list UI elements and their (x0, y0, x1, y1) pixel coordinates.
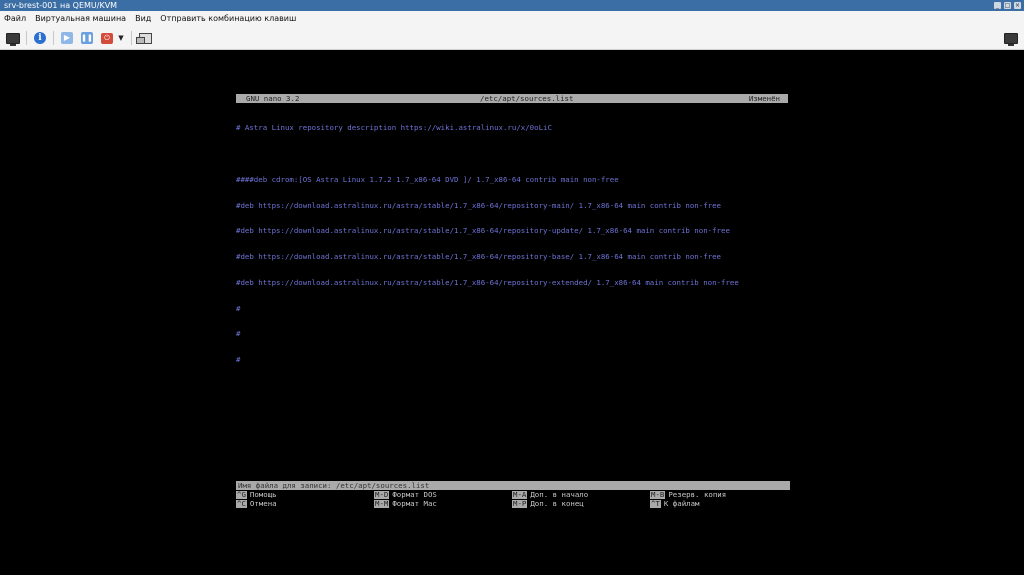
maximize-button[interactable]: □ (1004, 2, 1011, 9)
run-button[interactable]: ▶ (60, 31, 74, 45)
dropdown-icon: ▼ (118, 34, 124, 42)
nano-version: GNU nano 3.2 (246, 94, 300, 103)
shortcut-label: Отмена (249, 498, 277, 508)
shortcut-row: ^C Отмена M-M Формат Mac M-P Доп. в коне… (236, 498, 788, 509)
shutdown-menu-button[interactable]: ▼ (117, 31, 125, 45)
menu-send-key[interactable]: Отправить комбинацию клавиш (156, 11, 301, 27)
shortcut-key: ^T (650, 498, 661, 508)
menu-file[interactable]: Файл (0, 11, 31, 27)
window-titlebar: srv-brest-001 на QEMU/KVM _ □ × (0, 0, 1024, 11)
text-line: # (236, 355, 241, 365)
shortcut-label: К файлам (663, 498, 700, 508)
nano-editor[interactable]: GNU nano 3.2 /etc/apt/sources.list Измен… (236, 94, 790, 509)
text-line: # Astra Linux repository description htt… (236, 123, 552, 133)
pause-icon: ❚❚ (81, 32, 93, 44)
nano-modified-status: Изменён (748, 94, 780, 103)
toolbar: i ▶ ❚❚ ⏻ ▼ (0, 27, 1024, 50)
pause-button[interactable]: ❚❚ (80, 31, 94, 45)
shutdown-button[interactable]: ⏻ (100, 31, 114, 45)
toolbar-separator (53, 31, 54, 45)
shortcut-append: M-P Доп. в конец (512, 498, 584, 509)
shortcut-label: Формат Mac (392, 498, 437, 508)
shortcut-row: ^G Помощь M-D Формат DOS M-A Доп. в нача… (236, 490, 788, 500)
window-title: srv-brest-001 на QEMU/KVM (4, 1, 118, 10)
text-line: # (236, 303, 241, 313)
text-line: #deb https://download.astralinux.ru/astr… (236, 226, 730, 236)
shortcut-key: M-M (374, 498, 390, 508)
text-line (236, 150, 788, 159)
fullscreen-icon (1004, 32, 1018, 46)
minimize-button[interactable]: _ (994, 2, 1001, 9)
nano-shortcut-bar: ^G Помощь M-D Формат DOS M-A Доп. в нача… (236, 490, 788, 509)
toolbar-separator (131, 31, 132, 45)
text-line: #deb https://download.astralinux.ru/astr… (236, 252, 721, 262)
text-line: # (236, 329, 241, 339)
snapshots-button[interactable] (135, 31, 152, 45)
close-button[interactable]: × (1014, 2, 1021, 9)
nano-text-area[interactable]: # Astra Linux repository description htt… (236, 107, 788, 382)
shortcut-label: Доп. в конец (530, 498, 584, 508)
shortcut-key: M-P (512, 498, 528, 508)
shortcut-mac-format: M-M Формат Mac (374, 498, 437, 509)
text-line: ####deb cdrom:[OS Astra Linux 1.7.2 1.7_… (236, 174, 619, 184)
menu-bar: Файл Виртуальная машина Вид Отправить ко… (0, 11, 1024, 27)
nano-filename: /etc/apt/sources.list (480, 94, 574, 103)
details-button[interactable]: i (33, 31, 47, 45)
fullscreen-button[interactable] (1004, 31, 1018, 46)
vm-display[interactable]: GNU nano 3.2 /etc/apt/sources.list Измен… (0, 50, 1024, 575)
menu-view[interactable]: Вид (131, 11, 156, 27)
screenshot-icon (135, 32, 152, 44)
shortcut-key: ^C (236, 498, 247, 508)
info-icon: i (34, 32, 46, 44)
toolbar-separator (26, 31, 27, 45)
run-icon: ▶ (61, 32, 73, 44)
nano-title-bar: GNU nano 3.2 /etc/apt/sources.list Измен… (236, 94, 788, 103)
menu-virtual-machine[interactable]: Виртуальная машина (31, 11, 131, 27)
filename-prompt[interactable]: Имя файла для записи: /etc/apt/sources.l… (236, 481, 790, 490)
text-line: #deb https://download.astralinux.ru/astr… (236, 200, 721, 210)
shutdown-icon: ⏻ (101, 32, 113, 44)
text-line: #deb https://download.astralinux.ru/astr… (236, 277, 739, 287)
shortcut-to-files: ^T К файлам (650, 498, 700, 509)
shortcut-cancel: ^C Отмена (236, 498, 277, 509)
console-icon (6, 32, 20, 46)
window-controls: _ □ × (994, 2, 1024, 9)
console-button[interactable] (6, 31, 20, 46)
